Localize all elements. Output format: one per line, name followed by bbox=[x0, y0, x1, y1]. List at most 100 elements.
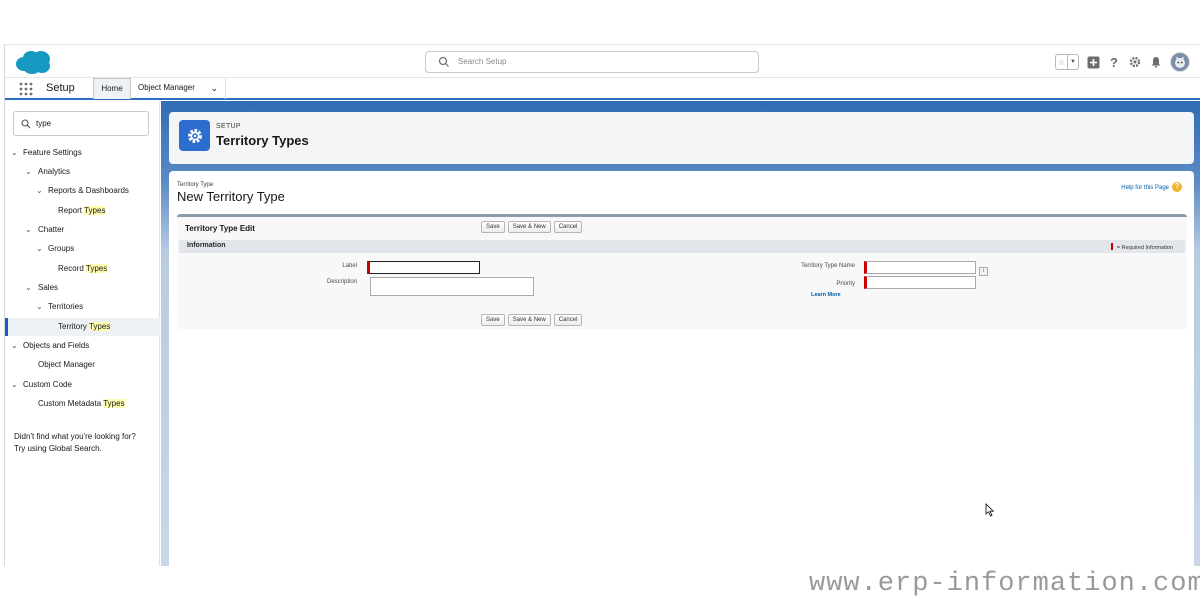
sidebar-item-reports-dashboards[interactable]: ⌄ Reports & Dashboards bbox=[5, 182, 160, 200]
settings-gear-icon[interactable] bbox=[1128, 55, 1142, 69]
search-icon bbox=[438, 56, 449, 67]
help-icon[interactable]: ? bbox=[1172, 182, 1182, 192]
required-marker bbox=[1110, 243, 1113, 250]
sidebar-item-object-manager[interactable]: Object Manager bbox=[5, 356, 160, 374]
search-icon bbox=[21, 119, 31, 129]
priority-input[interactable] bbox=[864, 276, 976, 289]
global-header: Search Setup ☆ ▼ ? bbox=[5, 45, 1200, 78]
chevron-down-icon[interactable]: ⌄ bbox=[11, 144, 18, 162]
sidebar-item-label: Chatter bbox=[38, 225, 65, 234]
setup-sidebar: type ⌄ Feature Settings ⌄ Analytics ⌄ Re… bbox=[5, 101, 160, 566]
sidebar-item-groups[interactable]: ⌄ Groups bbox=[5, 240, 160, 258]
page-header: SETUP Territory Types bbox=[169, 112, 1194, 164]
favorites-dropdown-icon[interactable]: ▼ bbox=[1067, 55, 1078, 69]
avatar-icon[interactable] bbox=[1170, 52, 1190, 72]
add-icon[interactable] bbox=[1086, 55, 1100, 69]
chevron-down-icon[interactable]: ⌄ bbox=[25, 279, 32, 297]
tab-object-manager[interactable]: Object Manager ⌄ bbox=[132, 78, 226, 99]
priority-field-label: Priority bbox=[836, 281, 855, 287]
info-icon[interactable]: i bbox=[979, 267, 988, 276]
save-and-new-button[interactable]: Save & New bbox=[507, 314, 551, 326]
required-legend-text: = Required Information bbox=[1116, 245, 1173, 251]
browser-frame: Search Setup ☆ ▼ ? Setup Home Object Man… bbox=[4, 44, 1200, 566]
sidebar-item-label: Territory Types bbox=[58, 318, 111, 336]
sidebar-item-feature-settings[interactable]: ⌄ Feature Settings bbox=[5, 144, 160, 162]
sidebar-item-label: Custom Code bbox=[23, 380, 72, 389]
sidebar-item-custom-code[interactable]: ⌄ Custom Code bbox=[5, 376, 160, 394]
territory-type-name-input[interactable] bbox=[864, 261, 976, 274]
quick-find-input[interactable]: type bbox=[13, 111, 149, 136]
help-link[interactable]: Help for this Page bbox=[1121, 185, 1169, 191]
header-utility-icons: ☆ ▼ ? bbox=[1055, 50, 1190, 74]
search-match-highlight: Types bbox=[88, 322, 111, 331]
chevron-down-icon[interactable]: ⌄ bbox=[11, 376, 18, 394]
sidebar-item-label: Sales bbox=[38, 283, 59, 292]
context-bar: Setup Home Object Manager ⌄ bbox=[5, 78, 1200, 100]
sidebar-item-chatter[interactable]: ⌄ Chatter bbox=[5, 221, 160, 239]
cancel-button[interactable]: Cancel bbox=[553, 221, 583, 233]
app-launcher-icon[interactable] bbox=[19, 82, 33, 96]
quick-find-value: type bbox=[36, 119, 52, 128]
chevron-down-icon[interactable]: ⌄ bbox=[25, 163, 32, 181]
search-match-highlight: Types bbox=[84, 206, 106, 215]
edit-block-title: Territory Type Edit bbox=[185, 224, 255, 233]
notifications-bell-icon[interactable] bbox=[1149, 55, 1163, 69]
save-button[interactable]: Save bbox=[481, 314, 505, 326]
not-found-line: Didn't find what you're looking for? bbox=[14, 432, 136, 441]
label-text: Territory bbox=[58, 322, 89, 331]
salesforce-logo-icon[interactable] bbox=[14, 49, 52, 75]
sidebar-item-report-types[interactable]: Report Types bbox=[5, 202, 160, 220]
label-field-label: Label bbox=[342, 263, 357, 269]
watermark-text: www.erp-information.com bbox=[809, 569, 1200, 599]
label-input[interactable] bbox=[367, 261, 480, 274]
save-and-new-button[interactable]: Save & New bbox=[507, 221, 551, 233]
chevron-down-icon[interactable]: ⌄ bbox=[210, 78, 218, 98]
sidebar-item-custom-metadata-types[interactable]: Custom Metadata Types bbox=[5, 395, 160, 413]
required-legend: = Required Information bbox=[1110, 243, 1173, 251]
record-type-label: Territory Type bbox=[177, 182, 214, 188]
sidebar-item-objects-and-fields[interactable]: ⌄ Objects and Fields bbox=[5, 337, 160, 355]
not-found-hint: Didn't find what you're looking for? Try… bbox=[14, 431, 136, 455]
sidebar-item-sales[interactable]: ⌄ Sales bbox=[5, 279, 160, 297]
section-header: Information = Required Information bbox=[179, 240, 1185, 253]
record-edit-panel: Territory Type New Territory Type Help f… bbox=[169, 171, 1194, 566]
help-icon[interactable]: ? bbox=[1107, 55, 1121, 70]
favorites-star-icon[interactable]: ☆ bbox=[1056, 55, 1067, 69]
cancel-button[interactable]: Cancel bbox=[553, 314, 583, 326]
setup-search-input[interactable]: Search Setup bbox=[425, 51, 759, 73]
edit-block: Territory Type Edit Save Save & New Canc… bbox=[177, 214, 1187, 329]
label-text: Record bbox=[58, 264, 86, 273]
type-name-field-label: Territory Type Name bbox=[801, 263, 855, 269]
search-placeholder: Search Setup bbox=[458, 57, 507, 66]
search-match-highlight: Types bbox=[103, 399, 125, 408]
top-button-row: Save Save & New Cancel bbox=[481, 221, 583, 233]
sidebar-item-label: Feature Settings bbox=[23, 148, 82, 157]
sidebar-item-analytics[interactable]: ⌄ Analytics bbox=[5, 163, 160, 181]
sidebar-item-label: Custom Metadata Types bbox=[38, 395, 125, 413]
chevron-down-icon[interactable]: ⌄ bbox=[11, 337, 18, 355]
tab-object-manager-label: Object Manager bbox=[138, 83, 195, 92]
chevron-down-icon[interactable]: ⌄ bbox=[25, 221, 32, 239]
sidebar-item-label: Report Types bbox=[58, 202, 106, 220]
learn-more-link[interactable]: Learn More bbox=[811, 292, 841, 298]
sidebar-item-record-types[interactable]: Record Types bbox=[5, 260, 160, 278]
sidebar-item-label: Record Types bbox=[58, 260, 108, 278]
chevron-down-icon[interactable]: ⌄ bbox=[36, 298, 43, 316]
chevron-down-icon[interactable]: ⌄ bbox=[36, 182, 43, 200]
favorites-group: ☆ ▼ bbox=[1055, 54, 1079, 70]
tab-home[interactable]: Home bbox=[93, 78, 131, 99]
record-title: New Territory Type bbox=[177, 189, 285, 204]
description-textarea[interactable] bbox=[370, 277, 534, 296]
sidebar-item-label: Groups bbox=[48, 244, 75, 253]
save-button[interactable]: Save bbox=[481, 221, 505, 233]
label-text: Report bbox=[58, 206, 85, 215]
sidebar-item-label: Territories bbox=[48, 302, 84, 311]
sidebar-item-territory-types[interactable]: Territory Types bbox=[5, 318, 160, 336]
label-text: Custom Metadata bbox=[38, 399, 104, 408]
chevron-down-icon[interactable]: ⌄ bbox=[36, 240, 43, 258]
search-match-highlight: Types bbox=[85, 264, 108, 273]
sidebar-item-territories[interactable]: ⌄ Territories bbox=[5, 298, 160, 316]
app-name: Setup bbox=[46, 82, 75, 94]
page-title: Territory Types bbox=[216, 133, 309, 148]
setup-gear-icon bbox=[179, 120, 210, 151]
